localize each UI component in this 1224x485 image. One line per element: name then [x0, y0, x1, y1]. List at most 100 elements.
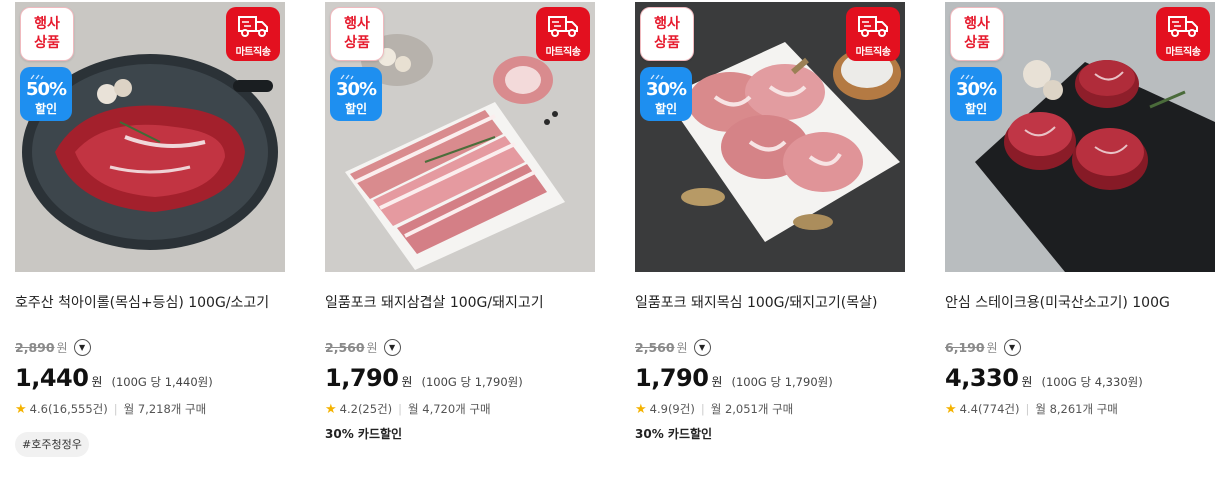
chevron-down-circle-icon[interactable]: ▼	[73, 338, 91, 356]
delivery-truck-icon	[548, 16, 578, 37]
product-card[interactable]: 행사 상품 30% 할인 마트직송 일품포크 돼지삼겹살 100G/돼지고기 2…	[325, 2, 595, 480]
monthly-purchases: 월 7,218개 구매	[123, 402, 207, 416]
unit-price: (100G 당 1,790원)	[421, 375, 523, 389]
delivery-truck-icon	[1168, 16, 1198, 37]
discount-label: 할인	[344, 102, 368, 116]
discount-label: 할인	[964, 102, 988, 116]
mart-delivery-badge: 마트직송	[846, 7, 900, 61]
card-discount-benefit: 30% 카드할인	[635, 427, 713, 441]
original-price: 2,890	[15, 339, 55, 355]
discount-label: 할인	[654, 102, 678, 116]
star-icon: ★	[635, 401, 647, 417]
mart-delivery-label: 마트직송	[235, 47, 271, 58]
mart-delivery-label: 마트직송	[1165, 47, 1201, 58]
discount-badge: 50% 할인	[20, 67, 72, 121]
product-card[interactable]: 행사 상품 30% 할인 마트직송 일품포크 돼지목심 100G/돼지고기(목살…	[635, 2, 905, 480]
delivery-truck-icon	[858, 16, 888, 37]
price-currency: 원	[1021, 375, 1033, 389]
rating-row: ★ 4.6(16,555건) | 월 7,218개 구매	[15, 400, 206, 418]
product-title[interactable]: 일품포크 돼지삼겹살 100G/돼지고기	[325, 292, 595, 312]
original-price-unit: 원	[366, 340, 378, 355]
sale-price: 4,330	[945, 364, 1019, 392]
product-grid: 행사 상품 50% 할인 마트직송 호주산 척아이롤(목심+등심) 100G/소…	[15, 2, 1215, 482]
unit-price: (100G 당 1,790원)	[731, 375, 833, 389]
star-icon: ★	[325, 401, 337, 417]
event-badge-line1: 행사	[964, 16, 990, 32]
event-product-badge: 행사 상품	[330, 7, 384, 61]
rating-row: ★ 4.4(774건) | 월 8,261개 구매	[945, 400, 1118, 418]
mart-delivery-badge: 마트직송	[226, 7, 280, 61]
event-product-badge: 행사 상품	[20, 7, 74, 61]
product-image[interactable]: 행사 상품 30% 할인 마트직송	[325, 2, 595, 272]
original-price-row: 2,560 원 ▼	[635, 338, 711, 356]
price-row: 1,790 원 (100G 당 1,790원)	[325, 364, 523, 394]
monthly-purchases: 월 4,720개 구매	[408, 402, 491, 416]
product-image[interactable]: 행사 상품 30% 할인 마트직송	[945, 2, 1215, 272]
product-title[interactable]: 호주산 척아이롤(목심+등심) 100G/소고기	[15, 292, 285, 312]
event-badge-line1: 행사	[34, 16, 60, 32]
event-badge-line1: 행사	[344, 16, 370, 32]
event-badge-line1: 행사	[654, 16, 680, 32]
rating-text: 4.4(774건)	[959, 402, 1020, 416]
event-badge-line2: 상품	[654, 35, 680, 51]
original-price-unit: 원	[676, 340, 688, 355]
delivery-truck-icon	[238, 16, 268, 37]
rating-text: 4.6(16,555건)	[29, 402, 108, 416]
original-price-unit: 원	[986, 340, 998, 355]
discount-percent: 30%	[335, 79, 377, 100]
product-card[interactable]: 행사 상품 50% 할인 마트직송 호주산 척아이롤(목심+등심) 100G/소…	[15, 2, 285, 480]
monthly-purchases: 월 8,261개 구매	[1035, 402, 1118, 416]
chevron-down-circle-icon[interactable]: ▼	[383, 338, 401, 356]
unit-price: (100G 당 4,330원)	[1041, 375, 1143, 389]
event-badge-line2: 상품	[344, 35, 370, 51]
mart-delivery-label: 마트직송	[545, 47, 581, 58]
original-price: 6,190	[945, 339, 985, 355]
price-currency: 원	[711, 375, 723, 389]
discount-percent: 30%	[645, 79, 687, 100]
discount-badge: 30% 할인	[950, 67, 1002, 121]
mart-delivery-label: 마트직송	[855, 47, 891, 58]
chevron-down-circle-icon[interactable]: ▼	[1003, 338, 1021, 356]
price-row: 1,440 원 (100G 당 1,440원)	[15, 364, 213, 394]
event-product-badge: 행사 상품	[950, 7, 1004, 61]
sale-price: 1,440	[15, 364, 89, 392]
product-image[interactable]: 행사 상품 50% 할인 마트직송	[15, 2, 285, 272]
unit-price: (100G 당 1,440원)	[111, 375, 213, 389]
rating-row: ★ 4.9(9건) | 월 2,051개 구매	[635, 400, 793, 418]
discount-badge: 30% 할인	[640, 67, 692, 121]
product-card[interactable]: 행사 상품 30% 할인 마트직송 안심 스테이크용(미국산소고기) 100G	[945, 2, 1215, 480]
card-discount-benefit: 30% 카드할인	[325, 427, 403, 441]
chevron-down-circle-icon[interactable]: ▼	[693, 338, 711, 356]
original-price-row: 2,560 원 ▼	[325, 338, 401, 356]
discount-badge: 30% 할인	[330, 67, 382, 121]
rating-text: 4.2(25건)	[339, 402, 393, 416]
product-title[interactable]: 안심 스테이크용(미국산소고기) 100G	[945, 292, 1215, 312]
mart-delivery-badge: 마트직송	[1156, 7, 1210, 61]
mart-delivery-badge: 마트직송	[536, 7, 590, 61]
hashtag-chip[interactable]: #호주청정우	[15, 432, 89, 457]
star-icon: ★	[945, 401, 957, 417]
original-price: 2,560	[325, 339, 365, 355]
sale-price: 1,790	[325, 364, 399, 392]
discount-percent: 30%	[955, 79, 997, 100]
original-price-row: 6,190 원 ▼	[945, 338, 1021, 356]
divider: |	[700, 402, 705, 416]
monthly-purchases: 월 2,051개 구매	[710, 402, 794, 416]
price-currency: 원	[401, 375, 413, 389]
rating-text: 4.9(9건)	[649, 402, 695, 416]
event-product-badge: 행사 상품	[640, 7, 694, 61]
original-price-row: 2,890 원 ▼	[15, 338, 91, 356]
sale-price: 1,790	[635, 364, 709, 392]
product-image[interactable]: 행사 상품 30% 할인 마트직송	[635, 2, 905, 272]
price-row: 4,330 원 (100G 당 4,330원)	[945, 364, 1143, 394]
divider: |	[1025, 402, 1030, 416]
divider: |	[398, 402, 403, 416]
original-price-unit: 원	[56, 340, 68, 355]
event-badge-line2: 상품	[964, 35, 990, 51]
discount-percent: 50%	[25, 79, 67, 100]
price-row: 1,790 원 (100G 당 1,790원)	[635, 364, 833, 394]
divider: |	[113, 402, 118, 416]
product-title[interactable]: 일품포크 돼지목심 100G/돼지고기(목살)	[635, 292, 905, 312]
price-currency: 원	[91, 375, 103, 389]
original-price: 2,560	[635, 339, 675, 355]
